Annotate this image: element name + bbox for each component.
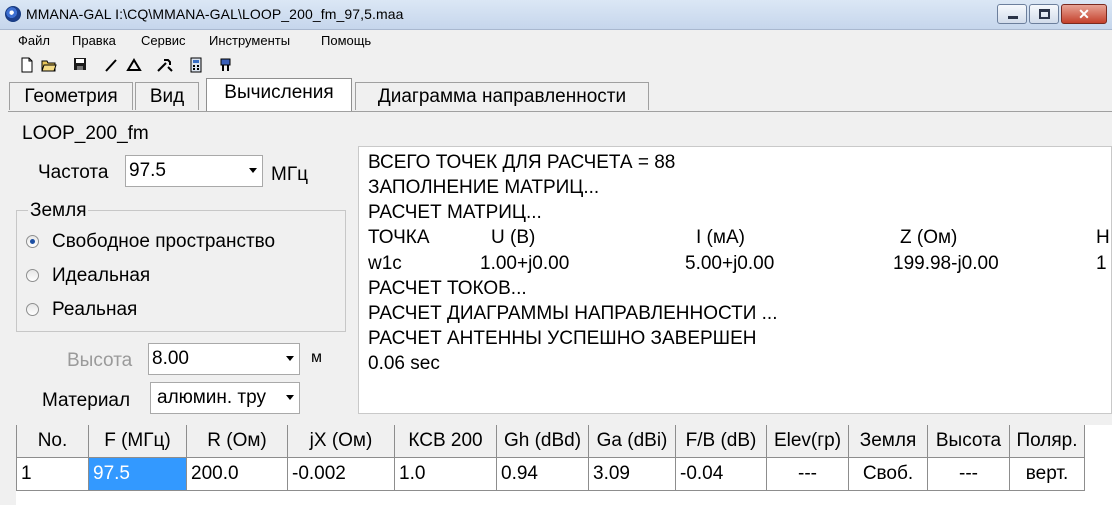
col-header-polar[interactable]: Поляр. (1010, 425, 1085, 458)
menu-bar: Файл Правка Сервис Инструменты Помощь (0, 30, 1112, 52)
menu-tools[interactable]: Инструменты (209, 33, 290, 48)
frequency-combo[interactable]: 97.5 (125, 155, 263, 187)
cell-r[interactable]: 200.0 (187, 458, 288, 491)
console-col-i: I (мА) (696, 227, 745, 248)
app-icon (5, 6, 21, 22)
menu-edit[interactable]: Правка (72, 33, 116, 48)
frequency-value: 97.5 (129, 160, 166, 181)
tab-geometry[interactable]: Геометрия (9, 82, 133, 110)
title-bar: MMANA-GAL I:\CQ\MMANA-GAL\LOOP_200_fm_97… (0, 0, 1112, 30)
cell-no[interactable]: 1 (16, 458, 89, 491)
save-icon[interactable] (72, 57, 88, 73)
radio-label: Реальная (52, 299, 138, 320)
maximize-button[interactable] (1029, 4, 1059, 24)
tab-calculations[interactable]: Вычисления (206, 78, 352, 111)
line-icon[interactable] (103, 57, 119, 73)
console-cell: 1.00+j0.00 (480, 253, 570, 274)
chevron-down-icon[interactable] (249, 168, 257, 173)
antenna-name: LOOP_200_fm (22, 123, 149, 144)
cell-ground[interactable]: Своб. (849, 458, 928, 491)
col-header-gh[interactable]: Gh (dBd) (497, 425, 589, 458)
window-title: MMANA-GAL I:\CQ\MMANA-GAL\LOOP_200_fm_97… (26, 6, 404, 22)
console-line: РАСЧЕТ ТОКОВ... (368, 278, 527, 299)
ground-group-title: Земля (28, 200, 89, 222)
cell-gh[interactable]: 0.94 (497, 458, 589, 491)
close-button[interactable]: ✕ (1061, 4, 1107, 24)
radio-unchecked-icon[interactable] (26, 303, 39, 316)
tab-view[interactable]: Вид (135, 82, 199, 110)
cell-frequency[interactable]: 97.5 (89, 458, 187, 491)
console-line: РАСЧЕТ ДИАГРАММЫ НАПРАВЛЕННОСТИ ... (368, 303, 778, 324)
console-cell: 199.98-j0.00 (893, 253, 999, 274)
console-cell: w1c (368, 253, 402, 274)
height-value: 8.00 (152, 348, 189, 369)
col-header-f[interactable]: F (МГц) (89, 425, 187, 458)
results-grid[interactable]: No. F (МГц) R (Ом) jX (Ом) КСВ 200 Gh (d… (16, 425, 1112, 505)
radio-label: Идеальная (52, 265, 151, 286)
minimize-icon (1008, 16, 1018, 19)
console-line: 0.06 sec (368, 353, 440, 374)
radio-unchecked-icon[interactable] (26, 269, 39, 282)
maximize-icon (1039, 9, 1050, 19)
col-header-r[interactable]: R (Ом) (187, 425, 288, 458)
cell-height[interactable]: --- (928, 458, 1010, 491)
cell-swr[interactable]: 1.0 (395, 458, 497, 491)
col-header-fb[interactable]: F/B (dB) (676, 425, 767, 458)
console-line: РАСЧЕТ АНТЕННЫ УСПЕШНО ЗАВЕРШЕН (368, 328, 757, 349)
col-header-no[interactable]: No. (16, 425, 89, 458)
col-header-swr[interactable]: КСВ 200 (395, 425, 497, 458)
height-combo[interactable]: 8.00 (148, 343, 300, 375)
col-header-ground[interactable]: Земля (849, 425, 928, 458)
cell-jx[interactable]: -0.002 (288, 458, 395, 491)
console-cell: 1 (1096, 253, 1107, 274)
col-header-ga[interactable]: Ga (dBi) (589, 425, 676, 458)
calc-output-console[interactable]: ВСЕГО ТОЧЕК ДЛЯ РАСЧЕТА = 88 ЗАПОЛНЕНИЕ … (358, 146, 1112, 414)
new-file-icon[interactable] (19, 57, 35, 73)
chevron-down-icon[interactable] (286, 356, 294, 361)
frequency-label: Частота (38, 162, 109, 183)
material-value: алюмин. тру (157, 387, 266, 408)
minimize-button[interactable] (997, 4, 1027, 24)
menu-file[interactable]: Файл (18, 33, 50, 48)
col-header-elev[interactable]: Elev(гр) (767, 425, 849, 458)
console-col-h: H (1096, 227, 1110, 248)
material-label: Материал (42, 390, 131, 411)
col-header-height[interactable]: Высота (928, 425, 1010, 458)
calculator-icon[interactable] (188, 57, 204, 73)
radio-checked-icon[interactable] (26, 235, 39, 248)
cell-elev[interactable]: --- (767, 458, 849, 491)
console-col-point: ТОЧКА (368, 227, 430, 248)
height-unit: м (311, 349, 322, 366)
cell-ga[interactable]: 3.09 (589, 458, 676, 491)
toolbar (0, 53, 1112, 76)
console-line: ЗАПОЛНЕНИЕ МАТРИЦ... (368, 177, 600, 198)
console-line: ВСЕГО ТОЧЕК ДЛЯ РАСЧЕТА = 88 (368, 152, 676, 173)
cell-fb[interactable]: -0.04 (676, 458, 767, 491)
radio-label: Свободное пространство (52, 231, 276, 252)
cell-polar[interactable]: верт. (1010, 458, 1085, 491)
tools-icon[interactable] (156, 57, 173, 73)
open-folder-icon[interactable] (41, 57, 57, 73)
antenna-icon[interactable] (217, 57, 233, 73)
material-combo[interactable]: алюмин. тру (150, 382, 300, 414)
menu-service[interactable]: Сервис (141, 33, 186, 48)
col-header-jx[interactable]: jX (Ом) (288, 425, 395, 458)
height-label: Высота (67, 350, 133, 371)
console-col-u: U (В) (491, 227, 536, 248)
close-icon: ✕ (1078, 6, 1090, 22)
triangle-icon[interactable] (126, 57, 142, 73)
frequency-unit: МГц (271, 164, 308, 185)
console-col-z: Z (Ом) (900, 227, 958, 248)
console-line: РАСЧЕТ МАТРИЦ... (368, 202, 542, 223)
console-cell: 5.00+j0.00 (685, 253, 775, 274)
chevron-down-icon[interactable] (286, 395, 294, 400)
menu-help[interactable]: Помощь (321, 33, 371, 48)
tab-diagram[interactable]: Диаграмма направленности (355, 82, 649, 110)
